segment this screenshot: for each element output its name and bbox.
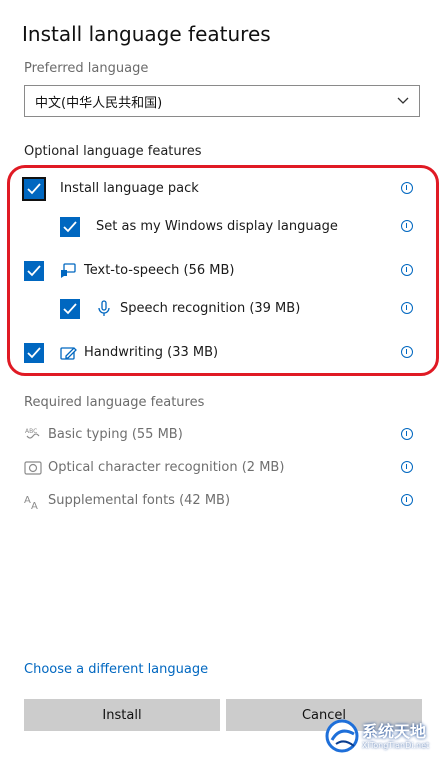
watermark-subtext: XiTongTianDi.net xyxy=(362,741,430,750)
info-icon[interactable] xyxy=(401,428,413,440)
optional-features-label: Optional language features xyxy=(24,144,202,159)
display-language-checkbox[interactable] xyxy=(60,217,80,237)
info-icon[interactable] xyxy=(401,264,413,276)
info-icon[interactable] xyxy=(401,346,413,358)
dialog-title: Install language features xyxy=(22,22,271,46)
info-icon[interactable] xyxy=(401,494,413,506)
speech-bubble-icon xyxy=(61,263,76,278)
required-basic-typing: ABC Basic typing (55 MB) xyxy=(0,424,446,448)
choose-different-language-link[interactable]: Choose a different language xyxy=(24,662,208,677)
text-to-speech-checkbox[interactable] xyxy=(24,261,44,281)
option-display-language: Set as my Windows display language xyxy=(0,213,446,241)
svg-text:A: A xyxy=(31,501,38,510)
speech-recognition-checkbox[interactable] xyxy=(60,299,80,319)
display-language-label: Set as my Windows display language xyxy=(96,219,338,234)
font-icon: A A xyxy=(24,495,38,510)
required-features-label: Required language features xyxy=(24,395,205,410)
supplemental-fonts-label: Supplemental fonts (42 MB) xyxy=(48,493,231,508)
camera-scan-icon xyxy=(24,461,42,475)
microphone-icon xyxy=(98,300,110,316)
speech-recognition-label: Speech recognition (39 MB) xyxy=(120,301,301,316)
install-button[interactable]: Install xyxy=(24,699,220,731)
abc-keyboard-icon: ABC xyxy=(25,428,40,439)
svg-text:A: A xyxy=(24,495,31,506)
preferred-language-value: 中文(中华人民共和国) xyxy=(35,95,163,111)
info-icon[interactable] xyxy=(401,302,413,314)
required-ocr: Optical character recognition (2 MB) xyxy=(0,457,446,481)
text-to-speech-label: Text-to-speech (56 MB) xyxy=(84,263,235,278)
chevron-down-icon xyxy=(397,97,409,104)
handwriting-label: Handwriting (33 MB) xyxy=(84,345,219,360)
site-watermark: 系统天地 XiTongTianDi.net xyxy=(324,712,446,759)
option-handwriting: Handwriting (33 MB) xyxy=(0,339,446,367)
install-language-pack-checkbox[interactable] xyxy=(22,177,46,201)
preferred-language-dropdown[interactable]: 中文(中华人民共和国) xyxy=(24,85,420,117)
basic-typing-label: Basic typing (55 MB) xyxy=(48,427,183,442)
preferred-language-label: Preferred language xyxy=(24,61,149,76)
info-icon[interactable] xyxy=(401,220,413,232)
install-language-pack-label: Install language pack xyxy=(60,181,199,196)
option-text-to-speech: Text-to-speech (56 MB) xyxy=(0,257,446,285)
option-install-language-pack: Install language pack xyxy=(0,175,446,203)
watermark-text: 系统天地 xyxy=(362,722,427,741)
required-supplemental-fonts: A A Supplemental fonts (42 MB) xyxy=(0,490,446,514)
option-speech-recognition: Speech recognition (39 MB) xyxy=(0,295,446,323)
info-icon[interactable] xyxy=(401,182,413,194)
pen-icon xyxy=(60,347,77,360)
ocr-label: Optical character recognition (2 MB) xyxy=(48,460,285,475)
handwriting-checkbox[interactable] xyxy=(24,343,44,363)
info-icon[interactable] xyxy=(401,461,413,473)
